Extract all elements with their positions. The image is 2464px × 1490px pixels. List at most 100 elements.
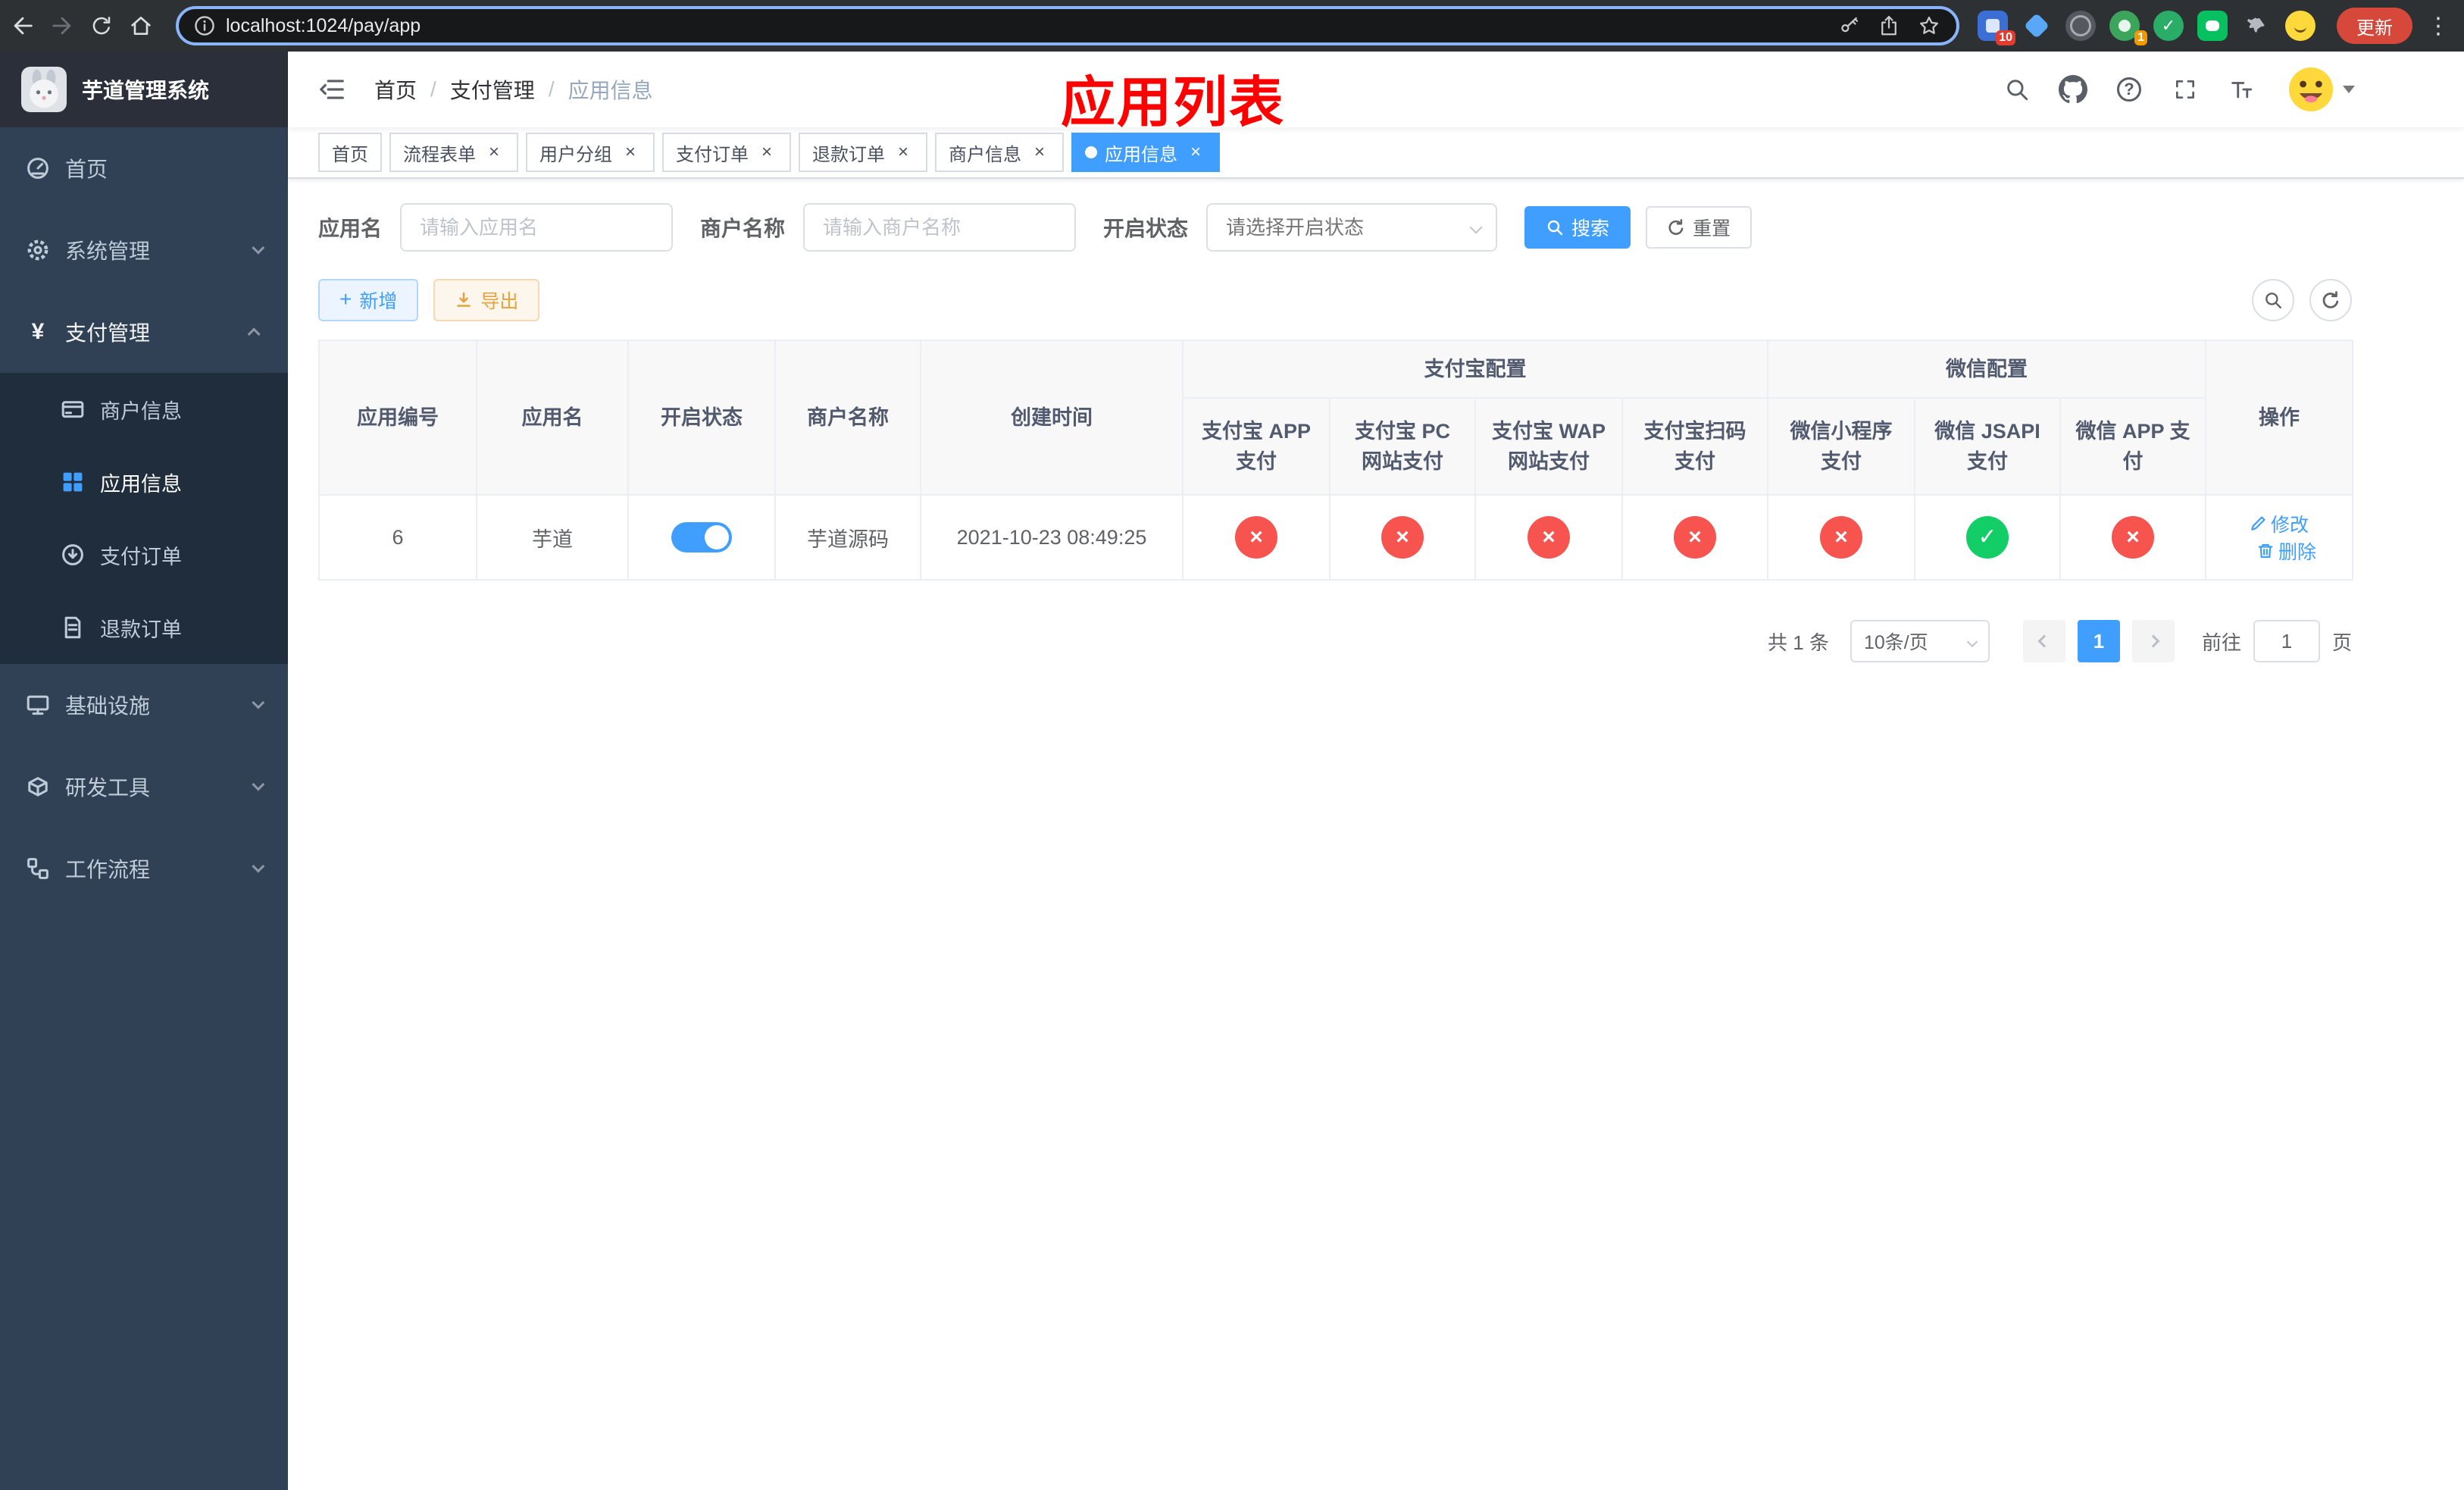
status-toggle[interactable] (671, 522, 732, 552)
sidebar-item-home[interactable]: 首页 (0, 127, 288, 209)
close-icon[interactable] (1185, 142, 1206, 163)
tab-app-info[interactable]: 应用信息 (1071, 133, 1220, 172)
browser-menu-icon[interactable] (2425, 13, 2452, 39)
status-label: 开启状态 (1103, 217, 1189, 240)
column-header: 支付宝扫码支付 (1621, 397, 1768, 496)
key-icon[interactable] (1838, 14, 1861, 37)
chevron-down-icon (252, 859, 265, 873)
sidebar-item-app-info[interactable]: 应用信息 (0, 446, 288, 518)
extension-check-icon[interactable] (2153, 11, 2184, 41)
table-toolbar: 新增 导出 (318, 279, 2352, 321)
page-size-select[interactable]: 10条/页 (1850, 620, 1990, 662)
tab-label: 支付订单 (676, 144, 749, 165)
search-button[interactable]: 搜索 (1524, 206, 1631, 249)
user-menu[interactable] (2287, 65, 2355, 114)
refresh-icon (1668, 219, 1684, 235)
extension-globe-icon[interactable] (2065, 11, 2096, 41)
column-header: 支付宝 APP 支付 (1182, 397, 1330, 496)
chevron-up-icon (247, 327, 261, 341)
prev-page-button[interactable] (2022, 620, 2065, 662)
workflow-icon (26, 856, 50, 881)
close-icon[interactable] (1029, 142, 1050, 163)
chevron-down-icon (252, 696, 265, 709)
tab-label: 首页 (332, 144, 368, 165)
export-button[interactable]: 导出 (433, 279, 540, 321)
sidebar-item-label: 工作流程 (65, 858, 151, 881)
tab-label: 流程表单 (403, 144, 476, 165)
hamburger-icon (320, 80, 344, 99)
browser-reload-button[interactable] (85, 9, 118, 42)
font-size-button[interactable] (2225, 73, 2258, 106)
app-logo[interactable]: 芋道管理系统 (0, 52, 288, 127)
sidebar-item-refund-order[interactable]: 退款订单 (0, 591, 288, 664)
sidebar-item-label: 应用信息 (100, 472, 182, 496)
refresh-table-button[interactable] (2309, 279, 2352, 321)
column-header: 微信小程序支付 (1767, 397, 1915, 496)
bookmark-star-icon[interactable] (1917, 14, 1941, 38)
tab-home[interactable]: 首页 (318, 133, 382, 172)
sidebar-item-label: 支付管理 (65, 321, 151, 345)
status-icon-wx-mini: × (1820, 516, 1862, 559)
fullscreen-button[interactable] (2169, 73, 2202, 106)
breadcrumb-item[interactable]: 支付管理 (450, 74, 535, 105)
column-group-alipay: 支付宝配置 (1182, 340, 1768, 399)
cell-merchant-name: 芋道源码 (774, 494, 921, 581)
main-area: 首页 / 支付管理 / 应用信息 应用列表 ? 首页 流程表单 × 用户分组 ×… (288, 52, 2464, 1490)
browser-home-button[interactable] (124, 9, 158, 42)
extension-pin-icon[interactable] (2241, 11, 2272, 41)
screen: localhost:1024/pay/app 10 1 更新 (0, 0, 2464, 1490)
close-icon[interactable] (620, 142, 641, 163)
app-name-input[interactable] (400, 203, 674, 252)
sidebar-item-pay-order[interactable]: 支付订单 (0, 518, 288, 591)
sidebar-item-payment[interactable]: 支付管理 (0, 291, 288, 373)
tab-user-group[interactable]: 用户分组 (526, 133, 655, 172)
edit-link[interactable]: 修改 (2250, 510, 2309, 537)
sidebar-item-workflow[interactable]: 工作流程 (0, 828, 288, 909)
help-button[interactable] (2112, 73, 2146, 106)
column-header: 应用名 (476, 340, 629, 496)
logo-avatar (21, 67, 67, 112)
extension-avatar-icon[interactable]: 1 (2109, 11, 2147, 45)
goto-page-input[interactable] (2253, 620, 2320, 662)
reset-button[interactable]: 重置 (1646, 206, 1753, 249)
browser-forward-button[interactable] (45, 9, 79, 42)
browser-update-button[interactable]: 更新 (2337, 8, 2412, 44)
tab-label: 退款订单 (812, 144, 885, 165)
extension-diamond-icon[interactable] (2022, 11, 2052, 41)
status-icon-alipay-pc: × (1381, 516, 1424, 559)
tab-process-form[interactable]: 流程表单 (389, 133, 518, 172)
chevron-down-icon (252, 778, 265, 791)
next-page-button[interactable] (2131, 620, 2175, 662)
sidebar-toggle-button[interactable] (311, 68, 353, 111)
merchant-name-input[interactable] (803, 203, 1077, 252)
tab-pay-order[interactable]: 支付订单 (662, 133, 791, 172)
page-number-button[interactable]: 1 (2077, 620, 2120, 662)
sidebar-item-dev-tools[interactable]: 研发工具 (0, 746, 288, 828)
extension-badge: 1 (2134, 30, 2147, 45)
header-search-button[interactable] (2000, 73, 2034, 106)
sidebar-item-label: 系统管理 (65, 239, 151, 263)
delete-link[interactable]: 删除 (2257, 537, 2316, 565)
sidebar-item-merchant-info[interactable]: 商户信息 (0, 373, 288, 446)
github-link[interactable] (2056, 73, 2090, 106)
add-button[interactable]: 新增 (318, 279, 419, 321)
address-bar[interactable]: localhost:1024/pay/app (176, 6, 1959, 45)
close-icon[interactable] (483, 142, 505, 163)
breadcrumb-item-current: 应用信息 (568, 79, 653, 102)
close-icon[interactable] (756, 142, 777, 163)
close-icon[interactable] (893, 142, 914, 163)
browser-back-button[interactable] (6, 9, 39, 42)
sidebar-item-system[interactable]: 系统管理 (0, 209, 288, 291)
tab-merchant-info[interactable]: 商户信息 (935, 133, 1064, 172)
extension-blue-icon[interactable]: 10 (1978, 11, 2015, 45)
breadcrumb-item[interactable]: 首页 (374, 74, 417, 105)
cell-app-id: 6 (318, 494, 477, 581)
extension-emoji-icon[interactable] (2285, 11, 2315, 41)
refund-doc-icon (61, 615, 85, 640)
toggle-search-button[interactable] (2252, 279, 2294, 321)
tab-refund-order[interactable]: 退款订单 (799, 133, 927, 172)
status-select[interactable] (1206, 203, 1498, 252)
extension-wechat-icon[interactable] (2197, 11, 2228, 41)
sidebar-item-infrastructure[interactable]: 基础设施 (0, 664, 288, 746)
share-icon[interactable] (1878, 14, 1900, 37)
